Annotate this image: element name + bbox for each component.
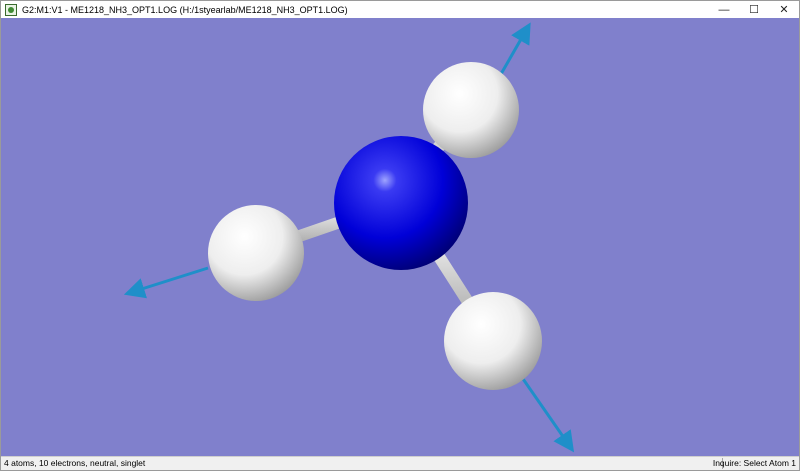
vector-arrow-h2: [123, 266, 209, 299]
app-icon: [5, 3, 17, 16]
molecule-canvas[interactable]: [1, 18, 799, 457]
vector-arrow-h3: [519, 375, 575, 453]
molecule-summary: 4 atoms, 10 electrons, neutral, singlet: [4, 458, 146, 468]
vector-arrow-h1: [499, 22, 531, 75]
title-bar[interactable]: G2:M1:V1 - ME1218_NH3_OPT1.LOG (H:/1stye…: [1, 1, 799, 18]
minimize-icon[interactable]: —: [709, 1, 739, 18]
atom-n[interactable]: [334, 136, 468, 270]
molecule-viewport[interactable]: [1, 18, 799, 457]
maximize-icon[interactable]: ☐: [739, 1, 769, 18]
close-icon[interactable]: ✕: [769, 1, 799, 18]
inquire-status: Inquire: Select Atom 1: [712, 458, 796, 468]
window-controls: — ☐ ✕: [709, 1, 799, 18]
atom-h3[interactable]: [444, 292, 542, 390]
gaussview-window: G2:M1:V1 - ME1218_NH3_OPT1.LOG (H:/1stye…: [0, 0, 800, 471]
atom-h2[interactable]: [208, 205, 304, 301]
atom-h1[interactable]: [423, 62, 519, 158]
window-title: G2:M1:V1 - ME1218_NH3_OPT1.LOG (H:/1stye…: [22, 4, 348, 15]
status-bar: 4 atoms, 10 electrons, neutral, singlet …: [1, 456, 799, 470]
